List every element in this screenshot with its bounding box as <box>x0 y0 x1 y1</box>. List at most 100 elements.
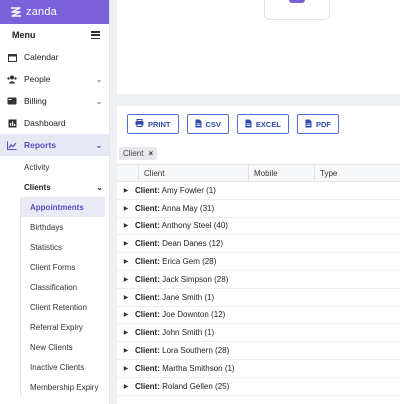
group-value: Anthony Steel (40) <box>161 221 228 231</box>
billing-icon <box>7 96 17 106</box>
expand-caret-icon[interactable]: ▶ <box>117 187 131 194</box>
expand-caret-icon[interactable]: ▶ <box>117 258 131 265</box>
nav-item-people[interactable]: People ⌄ <box>0 68 109 90</box>
sub-label-clients: Clients <box>24 182 51 192</box>
expand-caret-icon[interactable]: ▶ <box>117 329 131 336</box>
brand-name: zanda <box>26 6 57 18</box>
report-link-statistics[interactable]: Statistics <box>21 237 109 257</box>
group-label: Client: Amy Fowler (1) <box>131 186 216 195</box>
group-prefix: Client: <box>135 292 160 302</box>
header-spacer <box>117 165 139 181</box>
group-prefix: Client: <box>135 203 160 213</box>
report-link-classification[interactable]: Classification <box>21 277 109 297</box>
expand-caret-icon[interactable]: ▶ <box>117 311 131 318</box>
report-link-client-retention[interactable]: Client Retention <box>21 297 109 317</box>
nav-item-reports[interactable]: Reports ⌄ <box>0 134 109 156</box>
group-label: Client: Lora Southern (28) <box>131 346 229 355</box>
group-label: Client: Joe Downton (12) <box>131 310 225 319</box>
table-row[interactable]: ▶ Client: Anthony Steel (40) <box>117 218 400 236</box>
column-header-mobile[interactable]: Mobile <box>249 165 315 181</box>
filter-tab[interactable] <box>264 0 330 20</box>
filter-panel <box>117 0 400 94</box>
group-prefix: Client: <box>135 257 160 267</box>
group-label: Client: Roland Gellen (25) <box>131 382 229 391</box>
table-row[interactable]: ▶ Client: Anna May (31) <box>117 200 400 218</box>
nav-item-calendar[interactable]: Calendar <box>0 46 109 68</box>
calendar-icon <box>7 52 17 62</box>
chevron-down-icon: ⌄ <box>95 140 103 150</box>
chevron-down-icon: ⌄ <box>95 96 103 106</box>
pdf-label: PDF <box>315 119 331 129</box>
csv-label: CSV <box>205 119 221 129</box>
brand-header[interactable]: zanda <box>0 0 109 24</box>
group-value: Martha Smithson (1) <box>162 363 235 373</box>
group-prefix: Client: <box>135 310 160 320</box>
excel-button[interactable]: EXCEL <box>236 114 289 134</box>
expand-caret-icon[interactable]: ▶ <box>117 240 131 247</box>
pdf-button[interactable]: PDF <box>296 114 339 134</box>
nav-label-people: People <box>24 74 51 84</box>
table-row[interactable]: ▶ Client: Dean Danes (12) <box>117 235 400 254</box>
table-row[interactable]: ▶ Client: John Smith (1) <box>117 324 400 343</box>
close-icon[interactable]: × <box>148 149 153 158</box>
table-body: ▶ Client: Amy Fowler (1) ▶ Client: Anna May… <box>117 182 400 396</box>
table-row[interactable]: ▶ Client: Erica Gem (28) <box>117 253 400 271</box>
nav-label-billing: Billing <box>24 96 47 106</box>
expand-caret-icon[interactable]: ▶ <box>117 294 131 301</box>
group-label: Client: Anthony Steel (40) <box>131 221 228 230</box>
report-link-membership-expiry[interactable]: Membership Expiry <box>21 377 109 397</box>
sidebar: zanda Menu Calendar People ⌄ Billing ⌄ D… <box>0 0 110 404</box>
table-row[interactable]: ▶ Client: Lora Southern (28) <box>117 342 400 360</box>
expand-caret-icon[interactable]: ▶ <box>117 383 131 390</box>
group-value: Amy Fowler (1) <box>161 185 216 195</box>
column-header-type[interactable]: Type <box>315 165 400 181</box>
group-chip-client[interactable]: Client × <box>119 146 158 160</box>
nav-item-billing[interactable]: Billing ⌄ <box>0 90 109 112</box>
chevron-down-icon: ⌄ <box>96 182 103 192</box>
report-link-appointments[interactable]: Appointments <box>21 197 105 217</box>
group-label: Client: Jane Smith (1) <box>131 293 214 302</box>
table-row[interactable]: ▶ Client: Jane Smith (1) <box>117 289 400 307</box>
expand-caret-icon[interactable]: ▶ <box>117 205 131 212</box>
report-link-client-forms[interactable]: Client Forms <box>21 257 109 277</box>
file-icon <box>195 119 202 130</box>
expand-caret-icon[interactable]: ▶ <box>117 347 131 354</box>
zanda-logo-icon <box>11 7 21 17</box>
sub-item-clients[interactable]: Clients ⌄ <box>0 177 109 197</box>
report-link-new-clients[interactable]: New Clients <box>21 337 109 357</box>
nav-item-dashboard[interactable]: Dashboard <box>0 112 109 134</box>
export-toolbar: PRINT CSV EXCEL PDF <box>127 114 339 134</box>
print-button[interactable]: PRINT <box>127 114 179 134</box>
table-row[interactable]: ▶ Client: Jack Simpson (28) <box>117 271 400 289</box>
csv-button[interactable]: CSV <box>186 114 229 134</box>
report-link-birthdays[interactable]: Birthdays <box>21 217 109 237</box>
table-row[interactable]: ▶ Client: Roland Gellen (25) <box>117 378 400 396</box>
sub-label-activity: Activity <box>24 162 50 172</box>
expand-caret-icon[interactable]: ▶ <box>117 276 131 283</box>
group-prefix: Client: <box>135 239 160 249</box>
group-prefix: Client: <box>135 328 160 338</box>
expand-caret-icon[interactable]: ▶ <box>117 365 131 372</box>
group-value: Anna May (31) <box>161 203 215 213</box>
group-chip-label: Client <box>123 148 144 158</box>
expand-caret-icon[interactable]: ▶ <box>117 222 131 229</box>
main-area: PRINT CSV EXCEL PDF Client × Client Mobi… <box>112 0 400 404</box>
column-header-client[interactable]: Client <box>139 165 249 181</box>
file-icon <box>245 119 252 130</box>
group-prefix: Client: <box>135 346 160 356</box>
table-row[interactable]: ▶ Client: Martha Smithson (1) <box>117 360 400 378</box>
sub-item-activity[interactable]: Activity <box>0 157 109 177</box>
nav-label-reports: Reports <box>24 140 57 150</box>
table-header: Client Mobile Type <box>117 164 400 182</box>
report-link-inactive-clients[interactable]: Inactive Clients <box>21 357 109 377</box>
printer-icon <box>135 119 144 129</box>
clients-submenu: Appointments Birthdays Statistics Client… <box>20 197 109 397</box>
report-link-referral-expiry[interactable]: Referral Expiry <box>21 317 109 337</box>
group-by-row: Client × <box>119 146 158 160</box>
group-label: Client: Erica Gem (28) <box>131 257 216 266</box>
group-value: Dean Danes (12) <box>162 239 224 249</box>
table-row[interactable]: ▶ Client: Joe Downton (12) <box>117 307 400 325</box>
hamburger-icon[interactable] <box>91 31 100 39</box>
table-row[interactable]: ▶ Client: Amy Fowler (1) <box>117 182 400 200</box>
group-label: Client: Anna May (31) <box>131 204 214 213</box>
